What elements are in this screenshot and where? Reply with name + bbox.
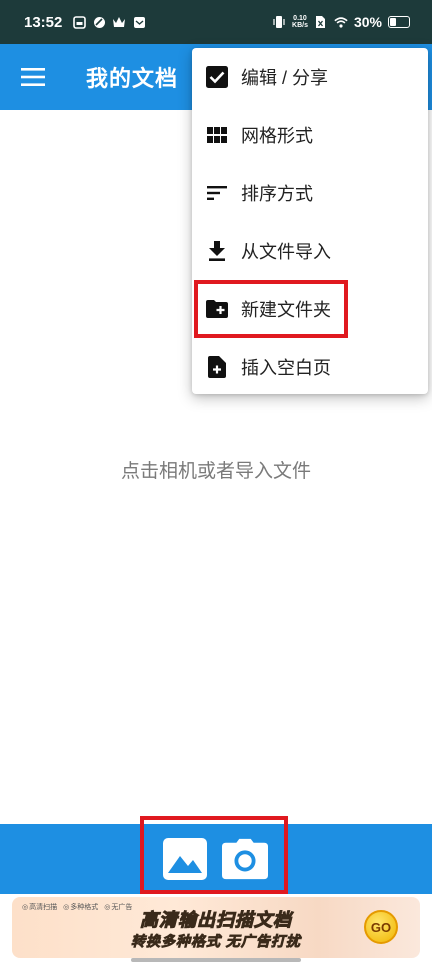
menu-item-label: 排序方式: [241, 184, 313, 204]
overflow-menu: 编辑 / 分享 网格形式 排序方式 从文件导入 新建文件夹 插入空白页: [192, 48, 428, 394]
status-bar: 13:52 0.10 KB/s 30%: [0, 0, 432, 44]
new-folder-icon: [204, 296, 230, 322]
net-speed-value: 0.10: [293, 15, 307, 22]
menu-item-sort[interactable]: 排序方式: [192, 164, 428, 222]
hamburger-menu-button[interactable]: [0, 44, 66, 110]
ad-subtitle: 转换多种格式 无广告打扰: [131, 933, 301, 950]
ad-title: 高清输出扫描文档: [140, 910, 292, 931]
status-left: 13:52: [24, 14, 146, 31]
checkbox-checked-icon: [204, 64, 230, 90]
empty-state-hint: 点击相机或者导入文件: [120, 461, 311, 482]
menu-item-new-folder[interactable]: 新建文件夹: [192, 280, 428, 338]
notification-icon: [72, 15, 86, 29]
menu-item-label: 插入空白页: [241, 358, 331, 378]
sort-icon: [204, 180, 230, 206]
ad-banner[interactable]: 高清扫描 多种格式 无广告 高清输出扫描文档 转换多种格式 无广告打扰 GO: [12, 897, 420, 958]
wifi-icon: [334, 15, 348, 29]
status-right: 0.10 KB/s 30%: [272, 14, 410, 30]
message-icon: [132, 15, 146, 29]
bottom-toolbar: [0, 824, 432, 894]
gallery-button[interactable]: [162, 836, 208, 882]
grid-view-icon: [204, 122, 230, 148]
camera-button[interactable]: [222, 836, 268, 882]
menu-item-edit-share[interactable]: 编辑 / 分享: [192, 48, 428, 106]
vibrate-icon: [272, 15, 286, 29]
hamburger-menu-icon: [21, 68, 45, 86]
battery-percent: 30%: [353, 14, 382, 30]
camera-icon: [222, 838, 268, 880]
status-time: 13:52: [24, 13, 63, 31]
menu-item-label: 新建文件夹: [241, 300, 331, 320]
add-page-icon: [204, 354, 230, 380]
net-speed: 0.10 KB/s: [292, 15, 308, 29]
menu-item-insert-blank-page[interactable]: 插入空白页: [192, 338, 428, 396]
download-icon: [204, 238, 230, 264]
ad-go-button[interactable]: GO: [364, 910, 398, 944]
menu-item-import-file[interactable]: 从文件导入: [192, 222, 428, 280]
sim-x-icon: [314, 15, 328, 29]
menu-item-grid-view[interactable]: 网格形式: [192, 106, 428, 164]
menu-item-label: 从文件导入: [241, 242, 331, 262]
battery-icon: [388, 16, 410, 28]
app-icon: [92, 15, 106, 29]
image-icon: [163, 838, 207, 880]
home-indicator: [131, 958, 301, 962]
menu-item-label: 网格形式: [241, 126, 313, 146]
menu-item-label: 编辑 / 分享: [241, 68, 329, 88]
page-title: 我的文档: [86, 66, 179, 91]
net-speed-unit: KB/s: [292, 22, 308, 29]
crown-icon: [112, 15, 126, 29]
